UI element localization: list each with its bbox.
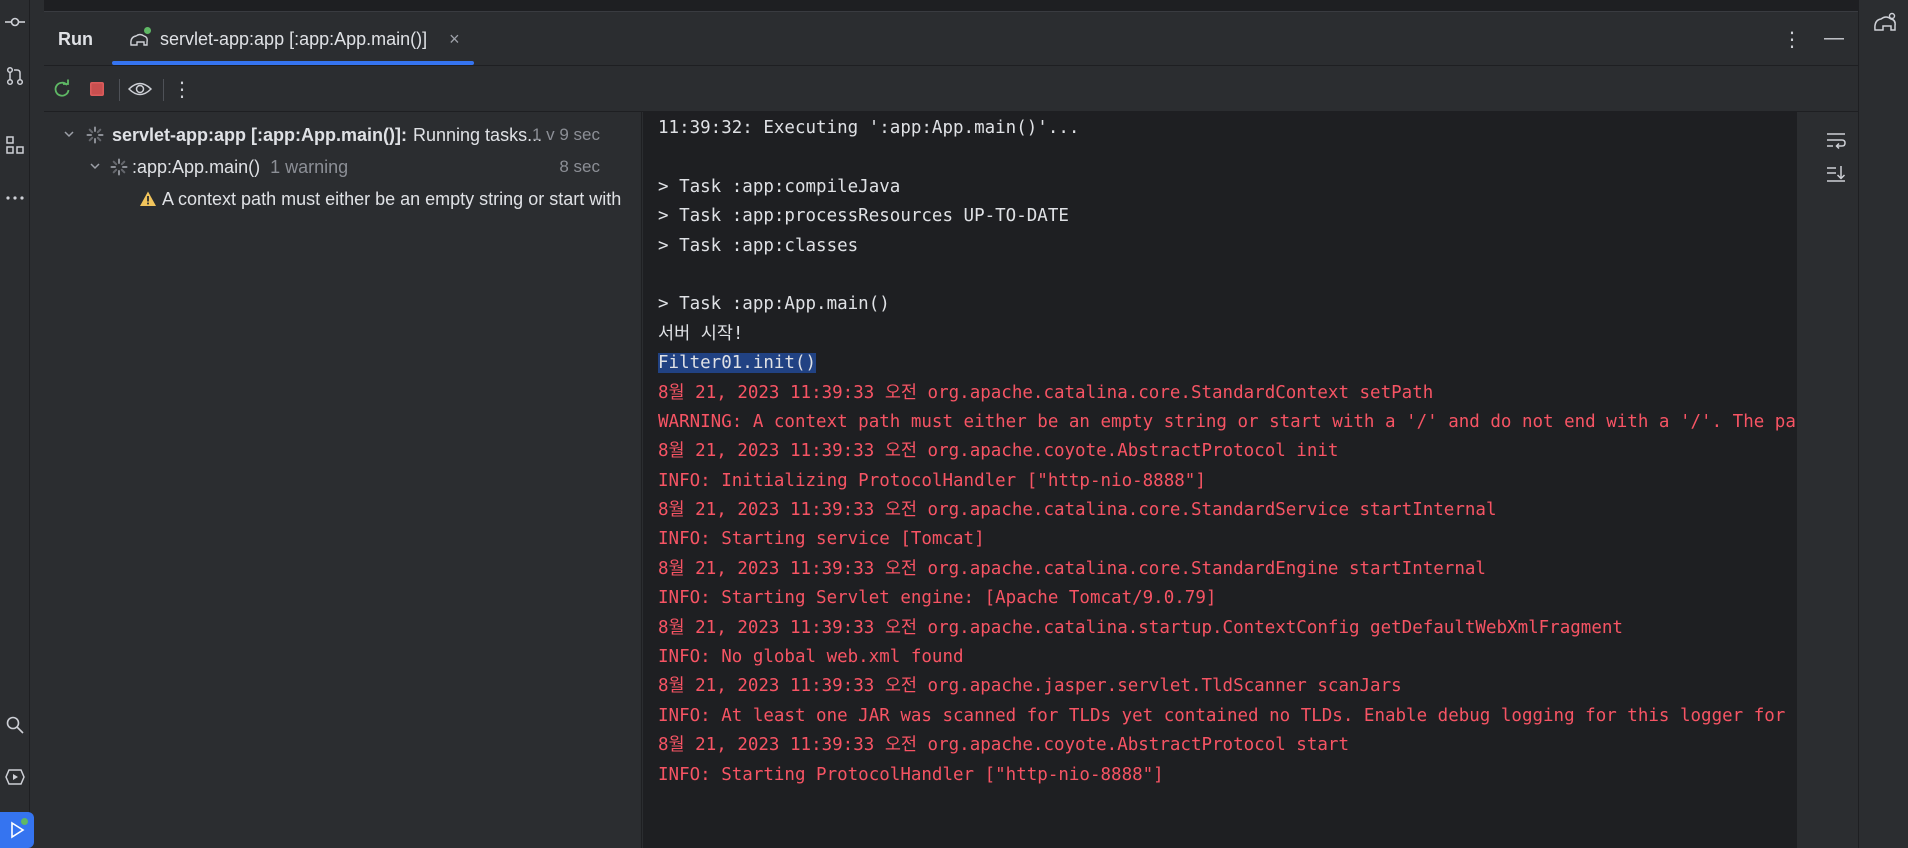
- search-icon[interactable]: [3, 713, 27, 737]
- commit-icon[interactable]: [3, 10, 27, 34]
- tab-label: servlet-app:app [:app:App.main()]: [160, 28, 428, 49]
- rerun-icon[interactable]: [50, 77, 74, 101]
- tree-root-row[interactable]: servlet-app:app [:app:App.main()]: Runni…: [62, 121, 622, 149]
- options-menu-icon[interactable]: ⋮: [1782, 27, 1802, 52]
- left-tool-strip: [0, 0, 34, 848]
- console-line: > Task :app:App.main(): [658, 294, 890, 315]
- stop-icon[interactable]: [85, 77, 109, 101]
- console-line: 8월 21, 2023 11:39:33 오전 org.apache.coyot…: [658, 735, 1349, 756]
- console-line: Filter01.init(): [658, 349, 1797, 378]
- console-line: INFO: Starting service [Tomcat]: [658, 529, 985, 550]
- tree-root-time: 1 v 9 sec: [531, 125, 600, 144]
- console-line: INFO: Starting Servlet engine: [Apache T…: [658, 588, 1217, 609]
- more-tools-icon[interactable]: [3, 186, 27, 210]
- console-line: 8월 21, 2023 11:39:33 오전 org.apache.catal…: [658, 500, 1497, 521]
- warning-text: A context path must either be an empty s…: [162, 188, 622, 209]
- run-tool-window-header: Run servlet-app:app [:app:App.main()] × …: [44, 12, 1858, 66]
- console-line: INFO: Initializing ProtocolHandler ["htt…: [658, 470, 1206, 491]
- active-tab-indicator: [112, 61, 474, 65]
- console-line: > Task :app:classes: [658, 235, 859, 256]
- tree-warning-row[interactable]: A context path must either be an empty s…: [139, 185, 621, 213]
- console-output[interactable]: 11:39:32: Executing ':app:App.main()'...…: [643, 112, 1797, 848]
- services-icon[interactable]: [3, 765, 27, 789]
- selected-text: Filter01.init(): [658, 353, 817, 374]
- tree-child-row[interactable]: :app:App.main() 1 warning 8 sec: [88, 153, 622, 181]
- gradle-icon[interactable]: [1872, 10, 1898, 39]
- spinner-icon: [86, 126, 104, 144]
- tree-child-time: 8 sec: [559, 157, 600, 176]
- console-line: 8월 21, 2023 11:39:33 오전 org.apache.coyot…: [658, 441, 1339, 462]
- editor-area-edge: [44, 0, 1858, 12]
- close-tab-icon[interactable]: ×: [449, 29, 460, 50]
- build-tree-panel: servlet-app:app [:app:App.main()]: Runni…: [44, 112, 642, 848]
- tree-root-status: Running tasks...: [413, 124, 543, 145]
- more-vertical-icon[interactable]: ⋮: [170, 77, 194, 101]
- run-toolbar: ⋮: [44, 67, 1858, 112]
- structure-icon[interactable]: [3, 133, 27, 157]
- console-line: > Task :app:processResources UP-TO-DATE: [658, 206, 1069, 227]
- gradle-elephant-icon: [128, 27, 151, 49]
- minimize-icon[interactable]: —: [1824, 27, 1844, 52]
- console-line: > Task :app:compileJava: [658, 176, 901, 197]
- console-side-toolbar: [1797, 112, 1858, 848]
- run-tool-icon[interactable]: [0, 812, 34, 848]
- chevron-down-icon[interactable]: [88, 159, 106, 176]
- running-indicator: [21, 818, 28, 825]
- warning-icon: [140, 191, 156, 206]
- console-line: 8월 21, 2023 11:39:33 오전 org.apache.jaspe…: [658, 676, 1402, 697]
- right-tool-strip: [1858, 0, 1908, 848]
- tab-run-configuration[interactable]: servlet-app:app [:app:App.main()] ×: [112, 12, 474, 66]
- tree-root-name: servlet-app:app [:app:App.main()]:: [112, 124, 407, 145]
- toolbar-separator: [119, 79, 120, 101]
- tree-child-name: :app:App.main(): [132, 156, 261, 177]
- scroll-to-end-icon[interactable]: [1826, 164, 1846, 189]
- console-lines: 11:39:32: Executing ':app:App.main()'...…: [658, 114, 1797, 790]
- console-line: 서버 시작!: [658, 323, 744, 344]
- soft-wrap-icon[interactable]: [1826, 130, 1846, 155]
- tree-child-note: 1 warning: [270, 156, 349, 177]
- console-line: 8월 21, 2023 11:39:33 오전 org.apache.catal…: [658, 382, 1434, 403]
- tool-window-title: Run: [58, 29, 93, 49]
- console-line: 11:39:32: Executing ':app:App.main()'...: [658, 118, 1080, 138]
- running-dot: [144, 27, 151, 34]
- console-line: WARNING: A context path must either be a…: [658, 411, 1797, 432]
- console-line: INFO: Starting ProtocolHandler ["http-ni…: [658, 764, 1164, 785]
- eye-icon[interactable]: [128, 77, 152, 101]
- console-line: 8월 21, 2023 11:39:33 오전 org.apache.catal…: [658, 558, 1486, 579]
- console-line: INFO: At least one JAR was scanned for T…: [658, 705, 1797, 726]
- spinner-icon: [110, 158, 128, 176]
- toolbar-separator: [163, 79, 164, 101]
- chevron-down-icon[interactable]: [62, 127, 80, 144]
- console-line: 8월 21, 2023 11:39:33 오전 org.apache.catal…: [658, 617, 1623, 638]
- pull-requests-icon[interactable]: [3, 64, 27, 88]
- console-line: INFO: No global web.xml found: [658, 647, 964, 668]
